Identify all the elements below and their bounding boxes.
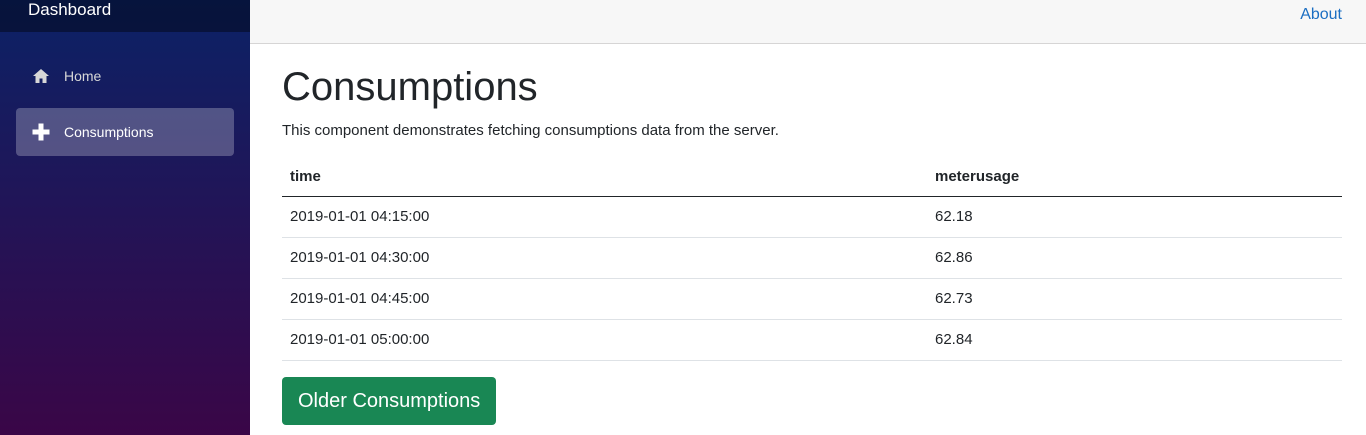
table-row: 2019-01-01 04:45:00 62.73 xyxy=(282,278,1342,320)
plus-icon xyxy=(32,123,50,141)
table-row: 2019-01-01 05:00:00 62.84 xyxy=(282,319,1342,361)
cell-meterusage: 62.86 xyxy=(927,237,1342,279)
sidebar-item-consumptions: Consumptions xyxy=(0,104,250,160)
about-link[interactable]: About xyxy=(1300,6,1342,24)
cell-meterusage: 62.73 xyxy=(927,278,1342,320)
sidebar-item-label: Consumptions xyxy=(64,124,154,140)
table-header-row: time meterusage xyxy=(282,158,1342,197)
page-description: This component demonstrates fetching con… xyxy=(282,122,779,139)
sidebar-item-home: Home xyxy=(0,48,250,104)
brand-link[interactable]: Dashboard xyxy=(28,0,111,20)
table-row: 2019-01-01 04:15:00 62.18 xyxy=(282,196,1342,238)
cell-time: 2019-01-01 04:15:00 xyxy=(282,196,927,238)
sidebar-link-home[interactable]: Home xyxy=(16,52,234,100)
page-title: Consumptions xyxy=(282,65,538,109)
cell-meterusage: 62.84 xyxy=(927,319,1342,361)
column-header-time: time xyxy=(282,158,927,197)
top-bar: About xyxy=(250,0,1366,44)
table-row: 2019-01-01 04:30:00 62.86 xyxy=(282,237,1342,279)
column-header-meterusage: meterusage xyxy=(927,158,1342,197)
sidebar-link-consumptions[interactable]: Consumptions xyxy=(16,108,234,156)
cell-time: 2019-01-01 04:30:00 xyxy=(282,237,927,279)
sidebar: Dashboard Home Consumptions xyxy=(0,0,250,435)
cell-meterusage: 62.18 xyxy=(927,196,1342,238)
sidebar-item-label: Home xyxy=(64,68,102,84)
cell-time: 2019-01-01 05:00:00 xyxy=(282,319,927,361)
home-icon xyxy=(32,67,50,85)
sidebar-nav: Home Consumptions xyxy=(0,32,250,160)
brand-bar: Dashboard xyxy=(0,0,250,32)
cell-time: 2019-01-01 04:45:00 xyxy=(282,278,927,320)
older-consumptions-button[interactable]: Older Consumptions xyxy=(282,376,497,425)
consumptions-table: time meterusage 2019-01-01 04:15:00 62.1… xyxy=(282,158,1342,361)
main-content: Consumptions This component demonstrates… xyxy=(282,44,1342,425)
